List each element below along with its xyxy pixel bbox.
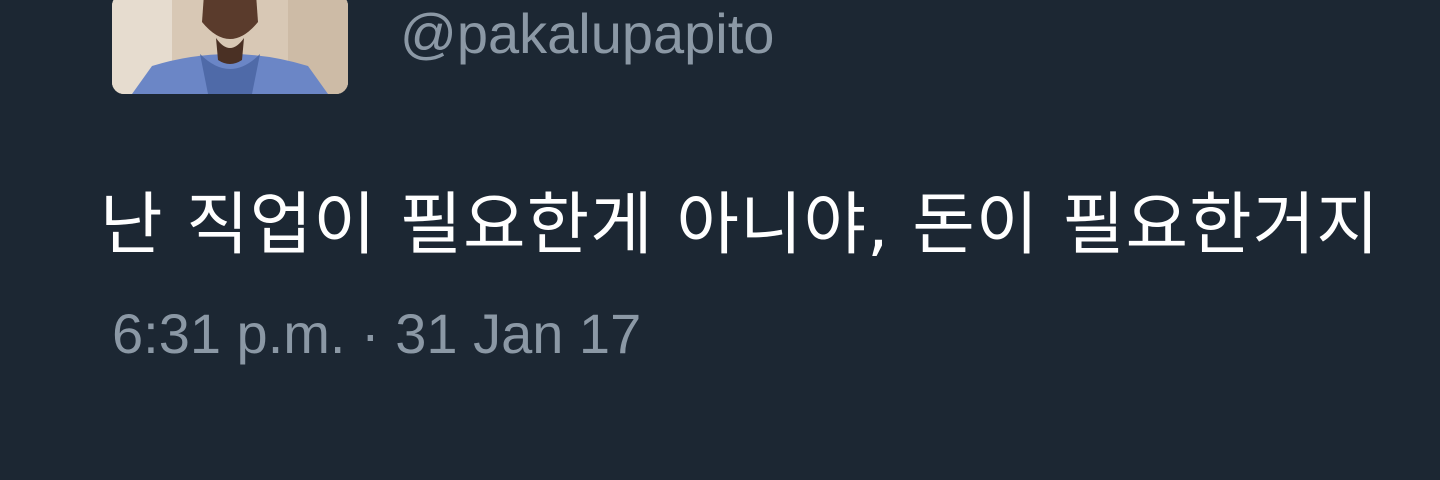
tweet-text: 난 직업이 필요한게 아니야, 돈이 필요한거지	[100, 186, 1380, 265]
user-handle[interactable]: @pakalupapito	[400, 2, 774, 66]
tweet-card: @pakalupapito 난 직업이 필요한게 아니야, 돈이 필요한거지 6…	[0, 0, 1440, 480]
avatar[interactable]	[112, 0, 348, 94]
avatar-photo	[112, 0, 348, 94]
tweet-timestamp[interactable]: 6:31 p.m. · 31 Jan 17	[112, 302, 641, 366]
